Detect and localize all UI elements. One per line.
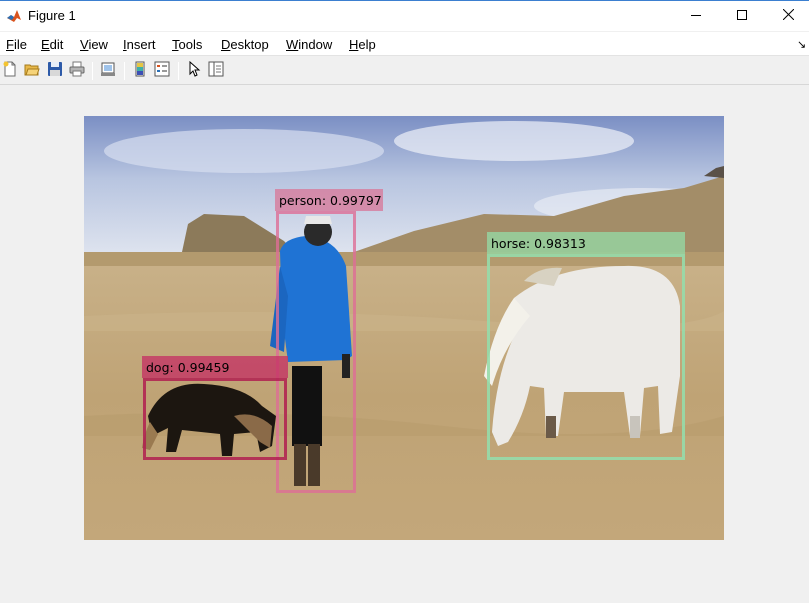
menu-desktop-mnemonic: D <box>221 37 231 52</box>
new-figure-icon <box>2 61 18 82</box>
open-file-button[interactable] <box>22 61 42 81</box>
menu-window-label: indow <box>298 37 333 52</box>
title-bar[interactable]: Figure 1 <box>0 1 809 31</box>
print-button[interactable] <box>67 61 87 81</box>
link-plot-icon <box>100 61 116 82</box>
insert-colorbar-icon <box>132 61 148 82</box>
menu-desktop-label: esktop <box>230 37 269 52</box>
close-icon <box>782 7 794 25</box>
property-inspector-button[interactable] <box>206 61 226 81</box>
bounding-box <box>487 254 685 460</box>
menu-desktop[interactable]: Desktop <box>221 37 269 52</box>
bounding-box <box>276 211 356 493</box>
insert-legend-icon <box>154 61 170 82</box>
menu-help-label: elp <box>358 37 376 52</box>
edit-plot-button[interactable] <box>184 60 204 82</box>
matlab-icon <box>6 8 22 24</box>
edit-plot-icon <box>186 60 202 82</box>
menu-edit-mnemonic: E <box>41 37 50 52</box>
property-inspector-icon <box>208 61 224 82</box>
maximize-icon <box>737 7 747 25</box>
toolbar-separator <box>92 62 93 80</box>
close-button[interactable] <box>765 1 809 31</box>
menu-view[interactable]: View <box>80 37 108 52</box>
menu-window-mnemonic: W <box>286 37 299 52</box>
menu-file-mnemonic: F <box>6 37 14 52</box>
menu-insert[interactable]: Insert <box>123 37 156 52</box>
detection-label: horse: 0.98313 <box>487 232 685 254</box>
minimize-button[interactable] <box>673 1 719 31</box>
toolbar-separator <box>178 62 179 80</box>
menu-file[interactable]: File <box>6 37 27 52</box>
insert-colorbar-button[interactable] <box>130 61 150 81</box>
figure-canvas[interactable]: person: 0.99797 dog: 0.99459 horse: 0.98… <box>0 86 809 603</box>
link-plot-button[interactable] <box>98 61 118 81</box>
open-file-icon <box>24 61 40 82</box>
menu-edit-label: dit <box>49 37 64 52</box>
insert-legend-button[interactable] <box>152 61 172 81</box>
save-icon <box>47 61 63 82</box>
menu-insert-label: nsert <box>126 37 156 52</box>
detection-label: person: 0.99797 <box>275 189 383 211</box>
menu-help-mnemonic: H <box>349 37 359 52</box>
figure-toolbar <box>0 57 809 85</box>
detection-image: person: 0.99797 dog: 0.99459 horse: 0.98… <box>84 116 724 540</box>
minimize-icon <box>691 7 701 25</box>
print-icon <box>69 61 85 82</box>
menu-window[interactable]: Window <box>286 37 332 52</box>
maximize-button[interactable] <box>719 1 765 31</box>
menu-tools-label: ools <box>178 37 203 52</box>
figure-window: Figure 1 File Edit View Insert Tools Des… <box>0 0 809 603</box>
detection-label: dog: 0.99459 <box>142 356 288 378</box>
bounding-box <box>143 378 287 460</box>
menu-file-label: ile <box>13 37 27 52</box>
new-figure-button[interactable] <box>0 61 20 81</box>
menu-help[interactable]: Help <box>349 37 376 52</box>
menu-tools[interactable]: Tools <box>172 37 202 52</box>
window-title: Figure 1 <box>28 8 76 23</box>
toolbar-separator <box>124 62 125 80</box>
save-button[interactable] <box>45 61 65 81</box>
menu-edit[interactable]: Edit <box>41 37 63 52</box>
menu-bar: File Edit View Insert Tools Desktop Wind… <box>0 32 809 56</box>
chevron-icon[interactable]: ↘ <box>797 38 806 51</box>
menu-view-label: iew <box>88 37 108 52</box>
